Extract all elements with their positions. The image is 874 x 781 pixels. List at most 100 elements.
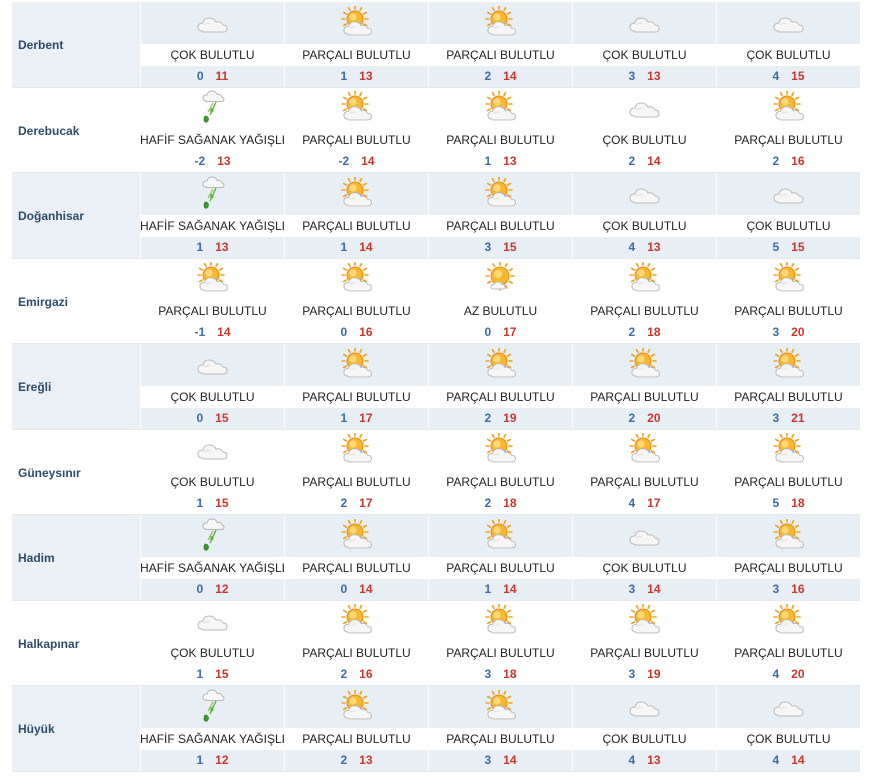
max-temperature: 19 xyxy=(647,667,661,681)
max-temperature: 14 xyxy=(217,325,231,339)
day-forecast-cell: ÇOK BULUTLU 5 15 xyxy=(716,173,860,258)
partly-cloudy-icon xyxy=(429,686,572,728)
temperature-range: 4 20 xyxy=(717,664,860,685)
temperature-range: 5 18 xyxy=(717,493,860,514)
condition-label: PARÇALI BULUTLU xyxy=(302,47,411,62)
day-forecast-cell: PARÇALI BULUTLU 0 16 xyxy=(284,258,428,343)
temperature-range: 1 15 xyxy=(141,664,284,685)
city-name[interactable]: Güneysınır xyxy=(12,430,140,515)
temperature-range: 3 13 xyxy=(573,65,716,87)
condition-label: ÇOK BULUTLU xyxy=(170,475,255,489)
temperature-range: 2 20 xyxy=(573,407,716,429)
temperature-range: 4 17 xyxy=(573,493,716,514)
min-temperature: 2 xyxy=(772,154,780,168)
max-temperature: 18 xyxy=(503,496,517,510)
city-name[interactable]: Derbent xyxy=(12,2,140,87)
day-forecast-cell: PARÇALI BULUTLU 2 17 xyxy=(284,429,428,514)
temperature-range: 3 15 xyxy=(429,236,572,258)
day-forecast-cell: HAFİF SAĞANAK YAĞIŞLI 1 12 xyxy=(140,686,285,771)
condition-label: HAFİF SAĞANAK YAĞIŞLI xyxy=(140,560,285,575)
city-name[interactable]: Emirgazi xyxy=(12,259,140,344)
temperature-range: 3 14 xyxy=(429,749,572,771)
temperature-range: 1 13 xyxy=(285,65,428,87)
min-temperature: 4 xyxy=(628,752,636,767)
day-forecast-cell: ÇOK BULUTLU 3 14 xyxy=(572,515,716,600)
max-temperature: 20 xyxy=(791,667,805,681)
condition-label: PARÇALI BULUTLU xyxy=(302,218,411,233)
city-name[interactable]: Hadim xyxy=(12,515,140,600)
day-forecast-cell: PARÇALI BULUTLU 3 19 xyxy=(572,600,716,685)
condition-label: PARÇALI BULUTLU xyxy=(446,389,555,404)
condition-label: PARÇALI BULUTLU xyxy=(446,133,555,147)
max-temperature: 15 xyxy=(215,496,229,510)
min-temperature: 2 xyxy=(340,667,348,681)
day-forecast-cell: PARÇALI BULUTLU 3 15 xyxy=(428,173,572,258)
condition-label: PARÇALI BULUTLU xyxy=(302,731,411,746)
max-temperature: 11 xyxy=(215,68,229,83)
min-temperature: 4 xyxy=(772,68,780,83)
partly-cloudy-icon xyxy=(285,515,428,557)
condition-label: ÇOK BULUTLU xyxy=(170,47,255,62)
city-name[interactable]: Hüyük xyxy=(12,686,140,771)
city-name[interactable]: Doğanhisar xyxy=(12,173,140,258)
min-temperature: 4 xyxy=(628,496,636,510)
day-forecast-cell: PARÇALI BULUTLU 4 17 xyxy=(572,429,716,514)
forecast-row: Derbent ÇOK BULUTLU 0 11 PARÇALI BULUTLU 1 1… xyxy=(12,2,860,88)
city-name[interactable]: Halkapınar xyxy=(12,601,140,686)
max-temperature: 15 xyxy=(215,410,229,425)
partly-cloudy-icon xyxy=(429,430,572,472)
partly-cloudy-icon xyxy=(717,515,860,557)
cloud-icon xyxy=(573,88,716,130)
min-temperature: 2 xyxy=(484,496,492,510)
partly-cloudy-icon xyxy=(285,2,428,44)
min-temperature: 3 xyxy=(628,667,636,681)
temperature-range: 2 19 xyxy=(429,407,572,429)
temperature-range: 5 15 xyxy=(717,236,860,258)
day-forecast-cell: PARÇALI BULUTLU 1 17 xyxy=(284,344,428,429)
temperature-range: 1 13 xyxy=(429,151,572,172)
condition-label: HAFİF SAĞANAK YAĞIŞLI xyxy=(140,133,285,147)
partly-cloudy-icon xyxy=(717,601,860,643)
condition-label: HAFİF SAĞANAK YAĞIŞLI xyxy=(140,731,285,746)
day-forecast-cell: PARÇALI BULUTLU 0 14 xyxy=(284,515,428,600)
min-temperature: 1 xyxy=(196,239,204,254)
temperature-range: 2 16 xyxy=(717,151,860,172)
temperature-range: 4 14 xyxy=(717,749,860,771)
partly-cloudy-icon xyxy=(141,259,284,301)
day-forecast-cell: PARÇALI BULUTLU 2 16 xyxy=(716,87,860,172)
min-temperature: 1 xyxy=(340,239,348,254)
temperature-range: 3 21 xyxy=(717,407,860,429)
min-temperature: 1 xyxy=(484,154,492,168)
forecast-table: Derbent ÇOK BULUTLU 0 11 PARÇALI BULUTLU 1 1… xyxy=(12,2,860,772)
condition-label: PARÇALI BULUTLU xyxy=(590,389,699,404)
partly-cloudy-icon xyxy=(573,259,716,301)
partly-cloudy-icon xyxy=(717,344,860,386)
day-forecast-cell: ÇOK BULUTLU 1 15 xyxy=(140,600,284,685)
temperature-range: -2 14 xyxy=(285,151,428,172)
temperature-range: 3 20 xyxy=(717,322,860,343)
condition-label: ÇOK BULUTLU xyxy=(602,560,687,575)
condition-label: PARÇALI BULUTLU xyxy=(590,475,699,489)
forecast-row: Hüyük HAFİF SAĞANAK YAĞIŞLI 1 12 PARÇALI B… xyxy=(12,686,860,772)
partly-cloudy-icon xyxy=(285,173,428,215)
city-name[interactable]: Ereğli xyxy=(12,344,140,429)
max-temperature: 12 xyxy=(215,752,229,767)
max-temperature: 14 xyxy=(503,752,517,767)
condition-label: PARÇALI BULUTLU xyxy=(734,133,843,147)
day-forecast-cell: PARÇALI BULUTLU 3 18 xyxy=(428,600,572,685)
max-temperature: 14 xyxy=(503,68,517,83)
condition-label: PARÇALI BULUTLU xyxy=(734,389,843,404)
condition-label: ÇOK BULUTLU xyxy=(746,218,831,233)
max-temperature: 14 xyxy=(791,752,805,767)
min-temperature: 3 xyxy=(772,325,780,339)
temperature-range: 2 16 xyxy=(285,664,428,685)
max-temperature: 20 xyxy=(647,410,661,425)
max-temperature: 14 xyxy=(647,581,661,596)
forecast-row: Ereğli ÇOK BULUTLU 0 15 PARÇALI BULUTLU 1 17… xyxy=(12,344,860,430)
condition-label: PARÇALI BULUTLU xyxy=(590,646,699,660)
city-name[interactable]: Derebucak xyxy=(12,88,140,173)
max-temperature: 14 xyxy=(359,239,373,254)
temperature-range: 1 14 xyxy=(429,578,572,600)
forecast-row: Hadim HAFİF SAĞANAK YAĞIŞLI 0 12 PARÇALI B… xyxy=(12,515,860,601)
max-temperature: 16 xyxy=(359,667,373,681)
